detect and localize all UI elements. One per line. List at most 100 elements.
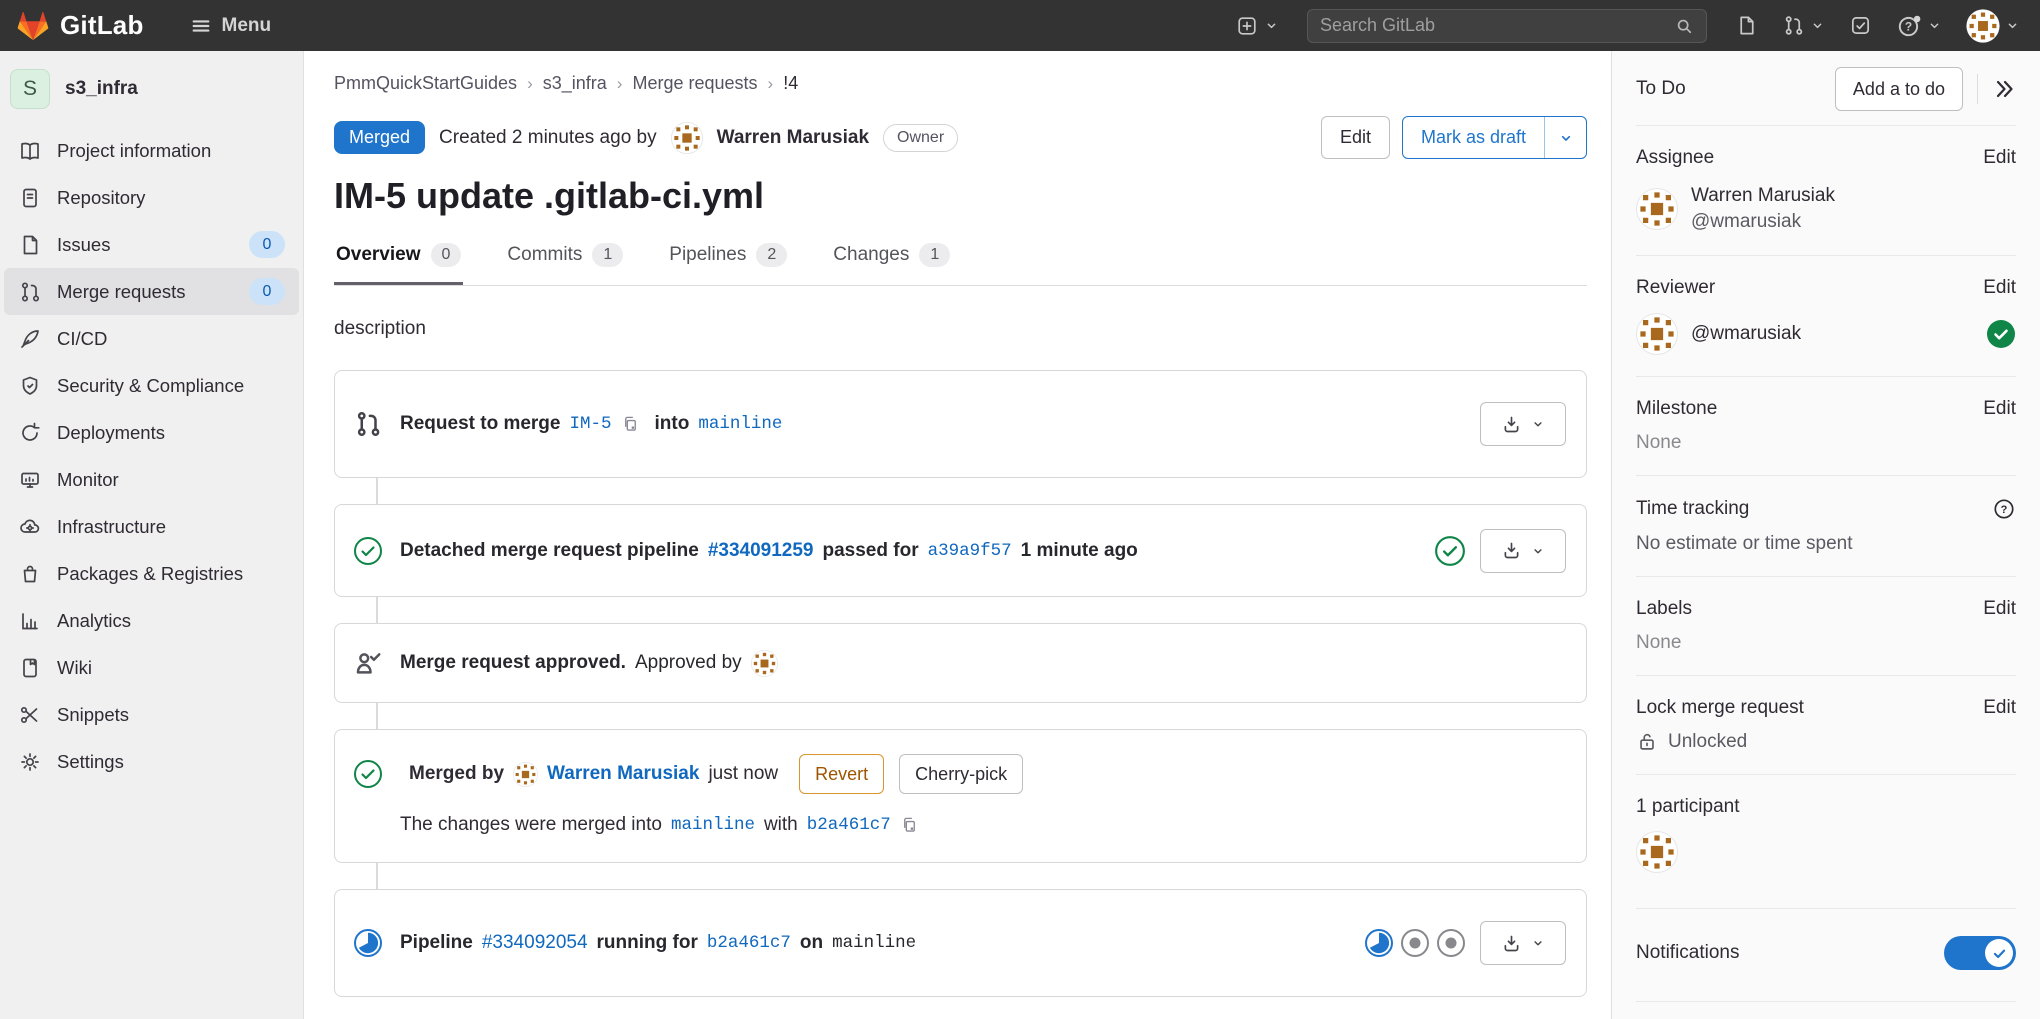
breadcrumb-project[interactable]: s3_infra — [543, 73, 607, 94]
hamburger-icon — [190, 15, 212, 37]
sidebar-item-monitor[interactable]: Monitor — [0, 456, 303, 503]
issues-shortcut-button[interactable] — [1735, 14, 1758, 37]
shield-icon — [18, 374, 42, 398]
download-dropdown-button[interactable] — [1480, 921, 1566, 965]
widget-connector — [376, 863, 378, 889]
top-navbar: GitLab Menu — [0, 0, 2040, 51]
role-badge: Owner — [883, 124, 958, 152]
approval-check-icon — [1434, 535, 1466, 567]
sidebar-item-wiki[interactable]: Wiki — [0, 644, 303, 691]
stage-pending-icon[interactable] — [1436, 928, 1466, 958]
target-branch-link[interactable]: mainline — [671, 815, 755, 835]
global-search[interactable] — [1307, 9, 1707, 43]
detached-pipeline-widget: Detached merge request pipeline #3340912… — [334, 504, 1587, 597]
avatar[interactable] — [1636, 831, 1678, 873]
reviewer-username[interactable]: @wmarusiak — [1691, 323, 1801, 345]
menu-button[interactable]: Menu — [190, 15, 272, 37]
download-dropdown-button[interactable] — [1480, 529, 1566, 573]
pipeline-link[interactable]: #334092054 — [482, 932, 588, 954]
breadcrumb: PmmQuickStartGuides › s3_infra › Merge r… — [334, 73, 1587, 94]
draft-dropdown-caret[interactable] — [1544, 117, 1586, 158]
sidebar-item-infrastructure[interactable]: Infrastructure — [0, 503, 303, 550]
source-branch-link[interactable]: IM-5 — [569, 414, 611, 434]
download-dropdown-button[interactable] — [1480, 402, 1566, 446]
project-avatar: S — [10, 69, 50, 109]
assignee-name[interactable]: Warren Marusiak — [1691, 183, 1835, 209]
project-scope-header[interactable]: S s3_infra — [0, 65, 303, 127]
notification-dot-icon — [1914, 15, 1921, 21]
milestone-edit-button[interactable]: Edit — [1983, 398, 2016, 420]
sidebar-item-analytics[interactable]: Analytics — [0, 597, 303, 644]
tab-overview[interactable]: Overview 0 — [334, 243, 463, 285]
left-sidebar: S s3_infra Project information Repositor… — [0, 51, 304, 1019]
target-branch-link[interactable]: mainline — [698, 414, 782, 434]
sidebar-item-settings[interactable]: Settings — [0, 738, 303, 785]
tab-changes[interactable]: Changes 1 — [831, 243, 952, 285]
avatar[interactable] — [513, 762, 538, 787]
search-input[interactable] — [1320, 15, 1674, 36]
lock-edit-button[interactable]: Edit — [1983, 697, 2016, 719]
assignee-username: @wmarusiak — [1691, 209, 1835, 235]
sidebar-item-security-compliance[interactable]: Security & Compliance — [0, 362, 303, 409]
author-link[interactable]: Warren Marusiak — [717, 127, 869, 149]
reviewer-edit-button[interactable]: Edit — [1983, 277, 2016, 299]
sidebar-item-issues[interactable]: Issues 0 — [0, 221, 303, 268]
edit-button[interactable]: Edit — [1321, 116, 1390, 159]
sidebar-item-packages-registries[interactable]: Packages & Registries — [0, 550, 303, 597]
lock-open-icon — [1636, 731, 1658, 753]
sidebar-item-merge-requests[interactable]: Merge requests 0 — [4, 268, 299, 315]
copy-branch-icon[interactable] — [621, 415, 640, 434]
tab-label: Overview — [336, 244, 421, 266]
sidebar-item-repository[interactable]: Repository — [0, 174, 303, 221]
breadcrumb-group[interactable]: PmmQuickStartGuides — [334, 73, 517, 94]
commit-link[interactable]: a39a9f57 — [928, 541, 1012, 561]
commit-link[interactable]: b2a461c7 — [707, 933, 791, 953]
todos-shortcut-button[interactable] — [1849, 14, 1872, 37]
merged-widget: Merged by Warren Marusiak just now Rever… — [334, 729, 1587, 863]
mark-as-draft-label[interactable]: Mark as draft — [1403, 117, 1544, 158]
stage-pending-icon[interactable] — [1400, 928, 1430, 958]
avatar[interactable] — [1636, 188, 1678, 230]
copy-commit-icon[interactable] — [900, 816, 919, 835]
with-text: with — [764, 814, 798, 836]
sidebar-item-project-information[interactable]: Project information — [0, 127, 303, 174]
tab-label: Changes — [833, 244, 909, 266]
assignee-edit-button[interactable]: Edit — [1983, 147, 2016, 169]
add-todo-button[interactable]: Add a to do — [1835, 67, 1963, 111]
breadcrumb-merge-requests[interactable]: Merge requests — [632, 73, 757, 94]
time-tracking-help-icon[interactable]: ? — [1992, 497, 2016, 521]
avatar[interactable] — [751, 650, 778, 677]
sidebar-item-cicd[interactable]: CI/CD — [0, 315, 303, 362]
todo-label: To Do — [1636, 78, 1686, 100]
gitlab-logo[interactable]: GitLab — [16, 9, 144, 43]
user-menu-button[interactable] — [1966, 9, 2020, 43]
avatar[interactable] — [671, 122, 703, 154]
stage-running-icon[interactable] — [1364, 928, 1394, 958]
new-menu-button[interactable] — [1236, 15, 1279, 37]
gitlab-wordmark: GitLab — [60, 10, 144, 41]
book-icon — [18, 139, 42, 163]
sidebar-item-snippets[interactable]: Snippets — [0, 691, 303, 738]
merge-commit-link[interactable]: b2a461c7 — [807, 815, 891, 835]
sidebar-item-label: Settings — [57, 751, 124, 773]
tanuki-icon — [16, 9, 50, 43]
plus-square-icon — [1236, 15, 1258, 37]
tab-commits[interactable]: Commits 1 — [505, 243, 625, 285]
reviewer-approved-icon — [1986, 319, 2016, 349]
merger-link[interactable]: Warren Marusiak — [547, 763, 699, 785]
revert-button[interactable]: Revert — [799, 754, 884, 794]
help-menu-button[interactable]: ? — [1896, 13, 1942, 39]
page-title: IM-5 update .gitlab-ci.yml — [334, 175, 1587, 217]
divider — [1977, 74, 1978, 104]
mark-as-draft-button[interactable]: Mark as draft — [1402, 116, 1587, 159]
cherry-pick-button[interactable]: Cherry-pick — [899, 754, 1023, 794]
tab-pipelines[interactable]: Pipelines 2 — [667, 243, 789, 285]
pipeline-link[interactable]: #334091259 — [708, 540, 814, 562]
notifications-toggle[interactable] — [1944, 936, 2016, 970]
milestone-title: Milestone — [1636, 398, 1717, 420]
merge-requests-shortcut-button[interactable] — [1782, 14, 1825, 37]
sidebar-item-deployments[interactable]: Deployments — [0, 409, 303, 456]
avatar[interactable] — [1636, 313, 1678, 355]
collapse-sidebar-button[interactable] — [1992, 77, 2016, 101]
labels-edit-button[interactable]: Edit — [1983, 598, 2016, 620]
